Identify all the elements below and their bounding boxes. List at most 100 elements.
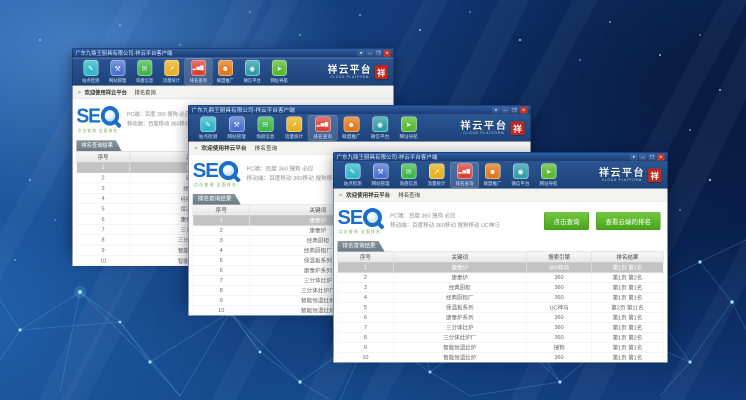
table-row[interactable]: 6康泰炉系列360第1页 第1名	[338, 312, 664, 322]
window-controls: ▾ ─ ❐ ✕	[357, 50, 390, 57]
toolbar-item-rank-query[interactable]: ▂▅▇ 排名查询	[451, 163, 479, 188]
table-cell: 9	[77, 245, 130, 255]
table-row[interactable]: 5保温板系列UC神马第2页 第11名	[338, 302, 664, 312]
col-header-keyword: 关键词	[393, 252, 526, 263]
toolbar-item-alliance-promo[interactable]: ☻ 联盟推广	[479, 163, 507, 188]
table-cell: 3	[193, 235, 250, 245]
table-cell: 8	[338, 332, 393, 342]
toolbar-item-site-check[interactable]: ✎ 站点检测	[339, 163, 367, 188]
minimize-button[interactable]: ─	[501, 107, 509, 114]
skin-button[interactable]: ▾	[492, 107, 500, 114]
table-row[interactable]: 2康泰炉360第1页 第2名	[338, 272, 664, 282]
query-button[interactable]: 点击查询	[544, 212, 589, 230]
minimize-button[interactable]: ─	[366, 50, 373, 57]
engine-list: PC端：百度 360 搜狗 必应 移动端：百度移动 360移动 搜狗移动 UC神…	[390, 212, 500, 231]
toolbar-item-site-check[interactable]: ✎ 站点检测	[77, 59, 104, 85]
seo-logo-text: SE	[76, 105, 100, 126]
magnifier-icon	[363, 208, 382, 227]
seo-slogan: 点击查询 全面排名	[78, 128, 118, 134]
toolbar-item-site-nav[interactable]: ➤ 网址导航	[266, 59, 293, 85]
toolbar-item-traffic-stats[interactable]: ↗ 流量统计	[423, 163, 451, 188]
table-row[interactable]: 3经典厨柜360第1页 第1名	[338, 282, 664, 292]
toolbar-item-rank-query[interactable]: ▂▅▇ 排名查询	[308, 116, 337, 141]
table-cell: 第1页 第1名	[592, 262, 664, 272]
close-button[interactable]: ✕	[520, 107, 528, 114]
toolbar-item-alliance-promo[interactable]: ☻ 联盟推广	[212, 59, 239, 85]
action-buttons: 点击查询 查看云端的排名	[544, 212, 664, 230]
table-cell: 360	[527, 352, 592, 362]
toolbar-item-wechat-platform[interactable]: ◉ 微信平台	[366, 116, 395, 141]
seo-slogan: 点击查询 全面排名	[339, 229, 381, 235]
toolbar-item-alliance-promo[interactable]: ☻ 联盟推广	[337, 116, 366, 141]
table-row[interactable]: 8三分体灶炉厂360第1页 第2名	[338, 332, 664, 342]
toolbar-item-traffic-stats[interactable]: ↗ 流量统计	[280, 116, 309, 141]
window-titlebar[interactable]: 广东九鼎王厨具有限公司-祥云平台客户端 ▾ ─ ❐ ✕	[72, 49, 393, 58]
maximize-button[interactable]: ❐	[511, 107, 519, 114]
toolbar-item-site-nav[interactable]: ➤ 网址导航	[535, 163, 563, 188]
bar-chart-icon: ▂▅▇	[315, 117, 331, 133]
maximize-button[interactable]: ❐	[375, 50, 382, 57]
toolbar-item-wechat-platform[interactable]: ◉ 微信平台	[239, 59, 266, 85]
table-cell: 经典厨柜	[393, 282, 526, 292]
monitor-pencil-icon: ✎	[345, 164, 361, 180]
brand-seal-icon: 祥	[375, 65, 388, 79]
minimize-button[interactable]: ─	[639, 154, 647, 161]
table-cell: 2	[77, 173, 130, 183]
skin-button[interactable]: ▾	[357, 50, 364, 57]
toolbar-item-site-check[interactable]: ✎ 站点检测	[194, 116, 223, 141]
mouse-icon: ➤	[541, 164, 557, 180]
toolbar-item-traffic-stats[interactable]: ↗ 流量统计	[158, 59, 185, 85]
welcome-text: 欢迎使用祥云平台	[85, 88, 127, 96]
table-row[interactable]: 1康泰炉360移动第1页 第1名	[338, 262, 664, 272]
table-row[interactable]: 7三分体灶炉360第1页 第1名	[338, 322, 664, 332]
table-cell: 360	[527, 322, 592, 332]
toolbar-item-site-manage[interactable]: ⚒ 网站管理	[222, 116, 251, 141]
table-cell: 第1页 第1名	[592, 292, 664, 302]
table-cell: 智能恒温灶炉	[393, 352, 526, 362]
maximize-button[interactable]: ❐	[648, 154, 656, 161]
table-cell: 360	[527, 282, 592, 292]
table-cell: 9	[193, 295, 250, 305]
window-titlebar[interactable]: 广东九鼎王厨具有限公司-祥云平台客户端 ▾ ─ ❐ ✕	[189, 106, 531, 115]
window-titlebar[interactable]: 广东九鼎王厨具有限公司-祥云平台客户端 ▾ ─ ❐ ✕	[334, 153, 668, 162]
welcome-bar: ➢ 欢迎使用祥云平台 排名查询	[334, 189, 668, 202]
current-section-label: 排名查询	[255, 144, 278, 152]
table-row[interactable]: 10智能恒温灶炉360第1页 第1名	[338, 352, 664, 362]
tab-rank-results[interactable]: 排名查询结果	[193, 194, 241, 205]
toolbar-item-inquiry[interactable]: ✉ 询盘信息	[395, 163, 423, 188]
col-header-index: 序号	[338, 252, 393, 263]
toolbar-item-wechat-platform[interactable]: ◉ 微信平台	[507, 163, 535, 188]
table-cell: 7	[77, 224, 130, 234]
table-cell: 康泰炉	[393, 262, 526, 272]
close-button[interactable]: ✕	[657, 154, 665, 161]
table-row[interactable]: 4经典厨柜厂360第1页 第1名	[338, 292, 664, 302]
brand-seal-icon: 祥	[511, 121, 525, 135]
tab-rank-results[interactable]: 排名查询结果	[76, 140, 121, 151]
seo-logo-text: SE	[338, 208, 363, 228]
table-cell: 6	[338, 312, 393, 322]
wechat-circle-icon: ◉	[245, 60, 260, 76]
table-row[interactable]: 9智能恒温灶炉搜狗第1页 第1名	[338, 342, 664, 352]
tab-rank-results[interactable]: 排名查询结果	[338, 241, 385, 252]
brand-title: 祥云平台	[328, 64, 372, 74]
magnifier-icon	[219, 161, 238, 180]
main-toolbar: ✎ 站点检测 ⚒ 网站管理 ✉ 询盘信息 ↗ 流量统计 ▂▅▇ 排名查询 ☻ 联…	[189, 115, 531, 142]
desktop: { "app": { "window_title": "广东九鼎王厨具有限公司-…	[0, 0, 746, 400]
skin-button[interactable]: ▾	[630, 154, 638, 161]
toolbar-item-inquiry[interactable]: ✉ 询盘信息	[131, 59, 158, 85]
view-cloud-rank-button[interactable]: 查看云端的排名	[596, 212, 661, 230]
toolbar-item-site-nav[interactable]: ➤ 网址导航	[394, 116, 423, 141]
main-toolbar: ✎ 站点检测 ⚒ 网站管理 ✉ 询盘信息 ↗ 流量统计 ▂▅▇ 排名查询 ☻ 联…	[72, 58, 393, 86]
close-button[interactable]: ✕	[383, 50, 390, 57]
col-header-index: 序号	[77, 151, 130, 162]
toolbar-item-inquiry[interactable]: ✉ 询盘信息	[251, 116, 280, 141]
window-controls: ▾ ─ ❐ ✕	[492, 107, 527, 114]
toolbar-item-rank-query[interactable]: ▂▅▇ 排名查询	[185, 59, 212, 85]
toolbar-item-site-manage[interactable]: ⚒ 网站管理	[367, 163, 395, 188]
people-icon: ☻	[343, 117, 359, 133]
tools-icon: ⚒	[373, 164, 389, 180]
toolbar-item-site-manage[interactable]: ⚒ 网站管理	[104, 59, 131, 85]
line-chart-icon: ↗	[286, 117, 302, 133]
table-cell: 3	[77, 183, 130, 193]
line-chart-icon: ↗	[164, 60, 179, 76]
